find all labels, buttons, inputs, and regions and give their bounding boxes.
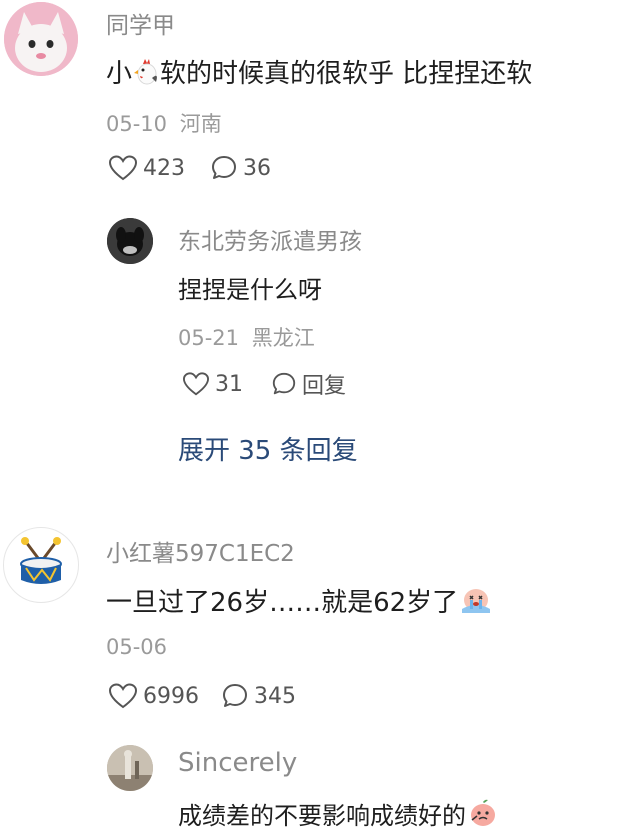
comment-text-part: 软的时候真的很软乎 比捏捏还软 [160, 59, 533, 89]
comment-text: 小 软的时候真的很软乎 比捏捏还软 [106, 53, 532, 93]
dark-dog-avatar-icon [107, 218, 153, 264]
chat-bubble-icon [272, 372, 296, 395]
rooster-emoji-icon [134, 58, 160, 93]
user-avatar[interactable] [3, 527, 79, 603]
reply-item: Sincerely 成绩差的不要影响成绩好的 [0, 738, 627, 838]
comment-meta: 05-06 [106, 635, 167, 659]
like-button[interactable]: 6996 [108, 682, 199, 710]
comment-text: 成绩差的不要影响成绩好的 [178, 796, 498, 834]
comment-item: 同学甲 小 软的时候真的很软乎 比捏捏还软 05-10 河南 423 36 东北… [0, 0, 627, 470]
reply-count: 36 [243, 155, 271, 181]
comment-text: 一旦过了26岁……就是62岁了 [106, 582, 492, 622]
comment-text-part: 小 [106, 59, 133, 89]
photo-avatar-icon [107, 745, 153, 791]
comment-item: 小红薯597C1EC2 一旦过了26岁……就是62岁了 05-06 6996 3… [0, 520, 627, 838]
reply-button[interactable]: 回复 [271, 368, 346, 400]
chat-bubble-icon [212, 156, 236, 179]
reply-avatar[interactable] [107, 745, 153, 791]
comment-actions: 423 36 [108, 154, 271, 182]
comment-actions: 6996 345 [108, 682, 296, 710]
peach-face-emoji-icon [468, 798, 498, 834]
username[interactable]: Sincerely [178, 748, 297, 778]
reply-label: 回复 [302, 374, 347, 399]
username[interactable]: 东北劳务派遣男孩 [178, 222, 362, 256]
like-button[interactable]: 423 [108, 154, 185, 182]
comment-actions: 31 回复 [182, 368, 346, 400]
like-count: 6996 [143, 683, 199, 709]
reply-avatar[interactable] [107, 218, 153, 264]
comment-meta: 05-21 黑龙江 [178, 322, 315, 352]
like-count: 423 [143, 155, 185, 181]
username[interactable]: 同学甲 [106, 6, 175, 40]
user-avatar[interactable] [4, 2, 78, 76]
heart-icon [108, 683, 138, 709]
comment-text-part: 成绩差的不要影响成绩好的 [178, 802, 466, 830]
reply-count: 345 [254, 683, 296, 709]
comment-text-part: 一旦过了26岁……就是62岁了 [106, 588, 459, 618]
reply-item: 东北劳务派遣男孩 捏捏是什么呀 05-21 黑龙江 31 回复 [0, 210, 627, 410]
comment-location: 黑龙江 [251, 326, 315, 350]
comment-meta: 05-10 河南 [106, 108, 222, 138]
reply-button[interactable]: 345 [221, 682, 296, 710]
like-count: 31 [215, 371, 243, 397]
crying-emoji-icon [460, 585, 492, 622]
heart-icon [182, 372, 210, 396]
heart-icon [108, 155, 138, 181]
expand-replies-link[interactable]: 展开 35 条回复 [178, 430, 358, 467]
comment-location: 河南 [179, 112, 222, 136]
username[interactable]: 小红薯597C1EC2 [106, 534, 295, 568]
reply-button[interactable]: 36 [210, 154, 271, 182]
pink-cat-avatar-icon [4, 2, 78, 76]
comment-date: 05-06 [106, 635, 168, 659]
like-button[interactable]: 31 [182, 371, 243, 397]
chat-bubble-icon [223, 684, 247, 707]
comment-date: 05-21 [178, 326, 240, 350]
comment-text: 捏捏是什么呀 [178, 276, 322, 304]
drum-avatar-icon [20, 537, 62, 584]
comment-date: 05-10 [106, 112, 168, 136]
